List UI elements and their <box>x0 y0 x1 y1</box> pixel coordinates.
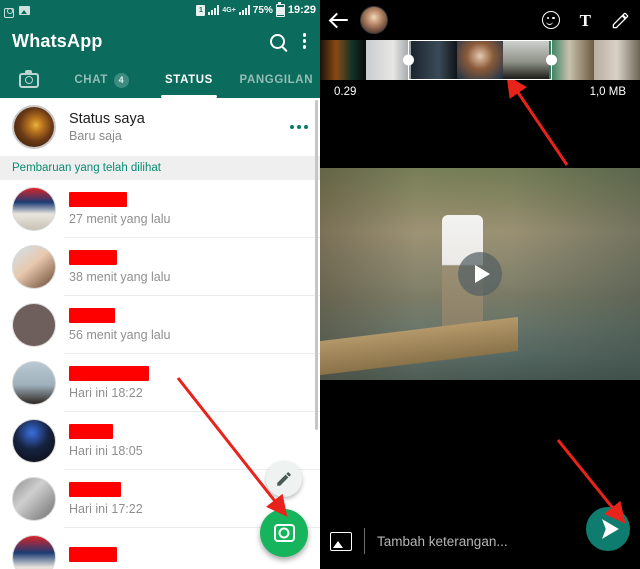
app-bar-actions <box>269 31 309 51</box>
my-status-name: Status saya <box>69 111 145 127</box>
camera-status-button[interactable] <box>260 509 308 557</box>
divider <box>364 528 365 554</box>
list-item-time: 27 menit yang lalu <box>69 212 171 226</box>
video-trim-timeline[interactable] <box>320 40 640 80</box>
avatar <box>12 187 56 231</box>
video-preview[interactable] <box>320 168 640 380</box>
back-arrow-icon[interactable] <box>330 10 350 30</box>
video-duration-label: 0.29 <box>334 86 357 98</box>
redacted-name <box>69 482 121 497</box>
list-item[interactable]: 27 menit yang lalu <box>0 180 320 238</box>
my-status-row[interactable]: Status saya Baru saja <box>0 98 320 156</box>
redacted-name <box>69 192 127 207</box>
list-item-info <box>69 547 117 567</box>
compose-text-status-button[interactable] <box>266 461 302 497</box>
text-tool-icon[interactable]: T <box>580 12 591 29</box>
avatar <box>12 245 56 289</box>
tab-bar: CHAT 4 STATUS PANGGILAN <box>0 62 320 98</box>
tab-status[interactable]: STATUS <box>145 62 232 98</box>
list-item-time: Hari ini 18:22 <box>69 386 143 400</box>
tab-status-label: STATUS <box>165 74 213 86</box>
app-title: WhatsApp <box>12 30 103 51</box>
battery-percent-label: 75% <box>252 4 273 16</box>
section-header-viewed: Pembaruan yang telah dilihat <box>0 156 320 180</box>
gallery-icon <box>19 5 30 15</box>
avatar[interactable] <box>360 6 388 34</box>
chat-unread-badge: 4 <box>113 72 129 88</box>
list-item[interactable]: Hari ini 18:05 <box>0 412 320 470</box>
avatar <box>12 477 56 521</box>
list-item-info: Hari ini 17:22 <box>69 482 143 516</box>
tab-calls[interactable]: PANGGILAN <box>233 62 320 98</box>
list-item-time: Hari ini 18:05 <box>69 444 143 458</box>
redacted-name <box>69 250 117 265</box>
timeline-thumb <box>320 40 366 80</box>
trim-handle-right[interactable] <box>546 54 557 66</box>
add-media-icon[interactable] <box>330 531 352 551</box>
tab-camera[interactable] <box>0 62 58 98</box>
editor-top-bar: T <box>320 0 640 40</box>
search-icon[interactable] <box>269 33 285 49</box>
avatar <box>12 105 56 149</box>
video-editor-screen: T 0.29 1,0 MB Tambah keterangan... <box>320 0 640 569</box>
camera-permission-icon <box>4 5 15 18</box>
trim-handle-left[interactable] <box>403 54 414 66</box>
tab-chat[interactable]: CHAT 4 <box>58 62 145 98</box>
caption-input[interactable]: Tambah keterangan... <box>377 534 508 549</box>
my-status-subtitle: Baru saja <box>69 129 122 143</box>
tab-chat-label: CHAT <box>74 74 108 86</box>
network-type-icon: 4G+ <box>222 6 236 14</box>
signal-bars-icon <box>208 5 220 15</box>
status-list[interactable]: Status saya Baru saja Pembaruan yang tel… <box>0 98 320 569</box>
list-item[interactable]: 38 menit yang lalu <box>0 238 320 296</box>
android-status-bar: 1 4G+ 75% 19:29 <box>0 0 320 20</box>
status-bar-notifications <box>4 5 30 18</box>
send-button[interactable] <box>586 507 630 551</box>
list-item-info: 56 menit yang lalu <box>69 308 170 342</box>
editor-actions: T <box>541 11 630 30</box>
redacted-name <box>69 547 117 562</box>
avatar <box>12 303 56 347</box>
avatar <box>12 361 56 405</box>
list-item-info: 27 menit yang lalu <box>69 192 170 226</box>
app-bar: WhatsApp <box>0 20 320 62</box>
signal-bars-2-icon <box>238 5 250 15</box>
list-item-info: Hari ini 18:22 <box>69 366 149 400</box>
screenshot-root: 1 4G+ 75% 19:29 WhatsApp CHAT 4 STATUS P… <box>0 0 640 569</box>
emoji-icon[interactable] <box>541 11 560 29</box>
list-item-time: Hari ini 17:22 <box>69 502 143 516</box>
sim-badge-icon: 1 <box>196 4 206 16</box>
timeline-meta: 0.29 1,0 MB <box>320 80 640 102</box>
whatsapp-status-screen: 1 4G+ 75% 19:29 WhatsApp CHAT 4 STATUS P… <box>0 0 320 569</box>
list-item-time: 56 menit yang lalu <box>69 328 171 342</box>
draw-pencil-icon[interactable] <box>611 11 630 30</box>
list-item[interactable]: 56 menit yang lalu <box>0 296 320 354</box>
pencil-icon <box>277 472 291 486</box>
redacted-name <box>69 424 113 439</box>
list-item-info: 38 menit yang lalu <box>69 250 170 284</box>
overflow-menu-icon[interactable] <box>301 31 309 51</box>
status-bar-system: 1 4G+ 75% 19:29 <box>196 1 316 17</box>
camera-icon <box>19 69 39 88</box>
play-button[interactable] <box>458 252 502 296</box>
clock-label: 19:29 <box>287 4 316 16</box>
battery-icon <box>275 1 285 17</box>
trim-selection[interactable] <box>403 40 557 80</box>
timeline-thumb <box>594 40 640 80</box>
camera-icon <box>273 524 295 542</box>
avatar <box>12 535 56 569</box>
redacted-name <box>69 366 149 381</box>
tab-calls-label: PANGGILAN <box>239 74 314 86</box>
avatar <box>12 419 56 463</box>
video-size-label: 1,0 MB <box>589 86 626 98</box>
my-status-menu-icon[interactable] <box>290 125 308 129</box>
my-status-info: Status saya Baru saja <box>69 111 145 143</box>
list-item-time: 38 menit yang lalu <box>69 270 171 284</box>
list-item-info: Hari ini 18:05 <box>69 424 143 458</box>
redacted-name <box>69 308 115 323</box>
list-item[interactable]: Hari ini 18:22 <box>0 354 320 412</box>
list-scrollbar[interactable] <box>315 100 318 430</box>
